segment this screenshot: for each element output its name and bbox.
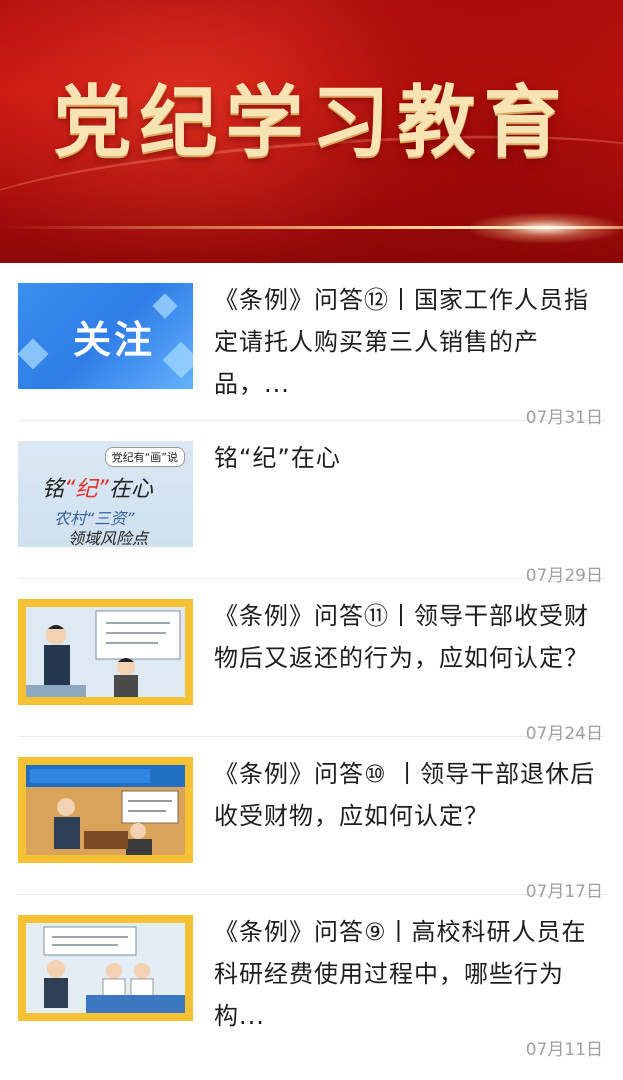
article-list: 关注 《条例》问答⑫丨国家工作人员指定请托人购买第三人销售的产品，... 07月… [0,263,623,1060]
comic-illustration [26,607,185,697]
thumbnail-label: 关注 [73,318,156,362]
cube-decoration [18,338,49,370]
banner-glow [470,213,620,243]
article-title[interactable]: 《条例》问答⑪丨领导干部收受财物后又返还的行为，应如何认定？ [214,595,609,679]
article-date: 07月11日 [525,1040,603,1060]
article-title[interactable]: 《条例》问答⑨丨高校科研人员在科研经费使用过程中，哪些行为构... [214,911,609,1037]
comic-thumbnail[interactable] [18,599,193,705]
list-item[interactable]: 党纪有“画”说 铭“纪”在心 农村“三资” 领域风险点 铭“纪”在心 07月29… [18,421,605,586]
mingji-thumbnail[interactable]: 党纪有“画”说 铭“纪”在心 农村“三资” 领域风险点 [18,441,193,547]
comic-panel [26,765,185,855]
article-title[interactable]: 铭“纪”在心 [214,437,609,479]
thumbnail-caption: 领域风险点 [68,529,149,547]
list-item[interactable]: 《条例》问答⑪丨领导干部收受财物后又返还的行为，应如何认定？ 07月24日 [18,579,605,744]
comic-panel [26,923,185,1013]
thumbnail-tag: 党纪有“画”说 [104,447,185,467]
article-title[interactable]: 《条例》问答⑩ 丨领导干部退休后收受财物，应如何认定？ [214,753,609,837]
thumbnail-heading-a: 铭 [42,477,65,502]
banner[interactable]: 党纪学习教育 [0,0,623,263]
comic-thumbnail[interactable] [18,915,193,1021]
thumbnail-heading-c: 在心 [108,477,153,502]
cube-decoration [152,293,178,319]
list-item[interactable]: 《条例》问答⑩ 丨领导干部退休后收受财物，应如何认定？ 07月17日 [18,737,605,902]
list-item[interactable]: 《条例》问答⑨丨高校科研人员在科研经费使用过程中，哪些行为构... 07月11日 [18,895,605,1060]
article-title[interactable]: 《条例》问答⑫丨国家工作人员指定请托人购买第三人销售的产品，... [214,279,609,405]
thumbnail-heading-b: “纪” [64,477,109,502]
guanzhu-thumbnail[interactable]: 关注 [18,283,193,389]
comic-illustration [26,765,185,855]
comic-illustration [26,923,185,1013]
cube-decoration [162,341,193,379]
comic-panel [26,607,185,697]
comic-thumbnail[interactable] [18,757,193,863]
list-item[interactable]: 关注 《条例》问答⑫丨国家工作人员指定请托人购买第三人销售的产品，... 07月… [18,263,605,428]
banner-title: 党纪学习教育 [53,77,570,168]
thumbnail-heading: 铭“纪”在心 [42,471,153,503]
